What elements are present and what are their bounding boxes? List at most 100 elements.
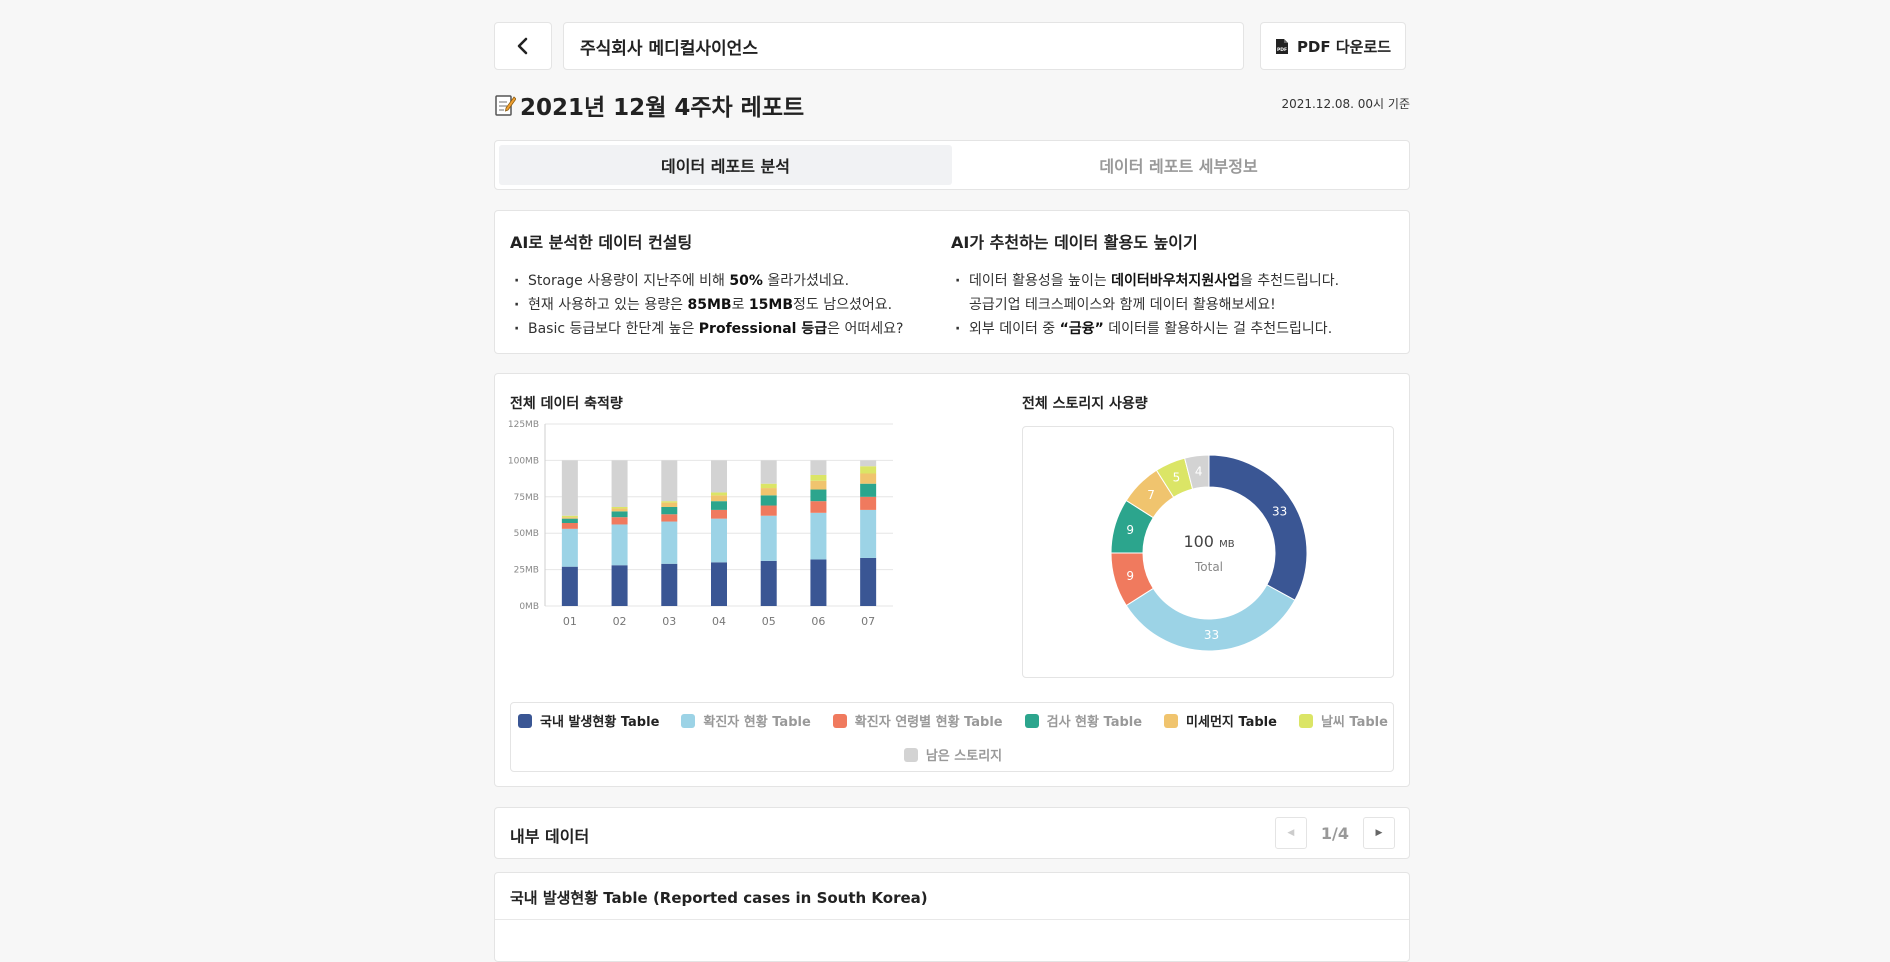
legend-label: 확진자 현황 Table <box>703 715 811 730</box>
legend-row: 남은 스토리지 <box>511 745 1395 764</box>
legend-swatch <box>1024 713 1039 728</box>
bar-segment <box>561 515 578 518</box>
x-tick-label: 05 <box>762 615 776 628</box>
donut-slice-label: 5 <box>1173 471 1181 485</box>
bar-segment <box>810 489 827 502</box>
consulting-card: AI로 분석한 데이터 컨설팅 Storage 사용량이 지난주에 비해 50%… <box>494 210 1410 354</box>
bar-segment <box>561 460 578 516</box>
page-indicator: 1/4 <box>1320 823 1349 843</box>
donut-chart: 33 33 9 9 7 5 4 100 MB Total <box>1110 454 1308 652</box>
y-tick-label: 75MB <box>514 493 539 503</box>
tab-report-analysis[interactable]: 데이터 레포트 분석 <box>499 145 952 185</box>
legend-item[interactable]: 미세먼지 Table <box>1164 711 1277 730</box>
pdf-file-icon: PDF <box>1275 38 1288 54</box>
donut-slice-label: 9 <box>1126 569 1134 583</box>
donut-slice-label: 4 <box>1195 465 1203 479</box>
bar-segment <box>860 473 877 484</box>
tab-report-details[interactable]: 데이터 레포트 세부정보 <box>952 145 1405 185</box>
legend-item[interactable]: 날씨 Table <box>1298 711 1388 730</box>
legend-item[interactable]: 남은 스토리지 <box>903 745 1002 764</box>
donut-slice <box>1208 454 1308 601</box>
y-tick-label: 25MB <box>514 566 539 576</box>
x-tick-label: 04 <box>712 615 726 628</box>
bar-segment <box>561 523 578 529</box>
top-bar: 주식회사 메디컬사이언스 PDF PDF 다운로드 <box>494 22 1410 70</box>
legend-row: 국내 발생현황 Table 확진자 현황 Table 확진자 연령별 현황 Tabl… <box>511 711 1395 730</box>
bar-segment <box>860 460 877 467</box>
bar-segment <box>760 483 777 489</box>
pdf-download-button[interactable]: PDF PDF 다운로드 <box>1260 22 1406 70</box>
bar-segment <box>760 515 777 561</box>
prev-page-button[interactable]: ◀ <box>1274 817 1307 849</box>
bar-segment <box>661 460 678 502</box>
legend-item[interactable]: 확진자 연령별 현황 Table <box>832 711 1003 730</box>
legend-swatch <box>832 713 847 728</box>
y-tick-label: 100MB <box>508 456 539 466</box>
bar-segment <box>810 474 827 481</box>
y-tick-label: 50MB <box>514 529 539 539</box>
donut-center-value: 100 MB <box>1183 532 1234 551</box>
bar-segment <box>810 559 827 606</box>
base-date: 2021.12.08. 00시 기준 <box>1281 97 1410 111</box>
bar-segment <box>711 460 727 493</box>
bar-segment <box>860 557 877 606</box>
chevron-left-icon <box>517 37 528 55</box>
pagination: ◀ 1/4 ▶ <box>1274 817 1395 849</box>
legend-label: 미세먼지 Table <box>1186 715 1277 730</box>
legend-label: 날씨 Table <box>1320 715 1388 730</box>
company-name-field[interactable]: 주식회사 메디컬사이언스 <box>563 22 1244 70</box>
bar-segment <box>810 460 827 475</box>
x-tick-label: 06 <box>811 615 825 628</box>
consulting-item: Basic 등급보다 한단계 높은 Professional 등급은 어떠세요? <box>510 317 940 341</box>
internal-data-header: 내부 데이터 ◀ 1/4 ▶ <box>494 807 1410 859</box>
page-title: 2021년 12월 4주차 레포트 <box>494 88 804 122</box>
recommend-item: 데이터 활용성을 높이는 데이터바우처지원사업을 추천드립니다. <box>951 269 1401 293</box>
bar-segment <box>711 495 727 502</box>
bar-segment <box>711 501 727 510</box>
legend-item[interactable]: 국내 발생현황 Table <box>518 711 659 730</box>
bar-segment <box>711 518 727 563</box>
consulting-right-title: AI가 추천하는 데이터 활용도 높이기 <box>951 233 1198 252</box>
table-card: 국내 발생현황 Table (Reported cases in South K… <box>494 872 1410 962</box>
bar-segment <box>611 508 628 512</box>
legend-item[interactable]: 확진자 현황 Table <box>681 711 811 730</box>
table-divider <box>495 919 1409 920</box>
donut-chart-box: 33 33 9 9 7 5 4 100 MB Total <box>1022 426 1394 678</box>
chart-legend: 국내 발생현황 Table 확진자 현황 Table 확진자 연령별 현황 Tabl… <box>510 702 1394 772</box>
bar-segment <box>561 517 578 519</box>
legend-swatch <box>681 713 696 728</box>
bar-segment <box>561 518 578 524</box>
title-row: 2021년 12월 4주차 레포트 2021.12.08. 00시 기준 <box>494 88 1410 121</box>
y-tick-label: 125MB <box>508 420 539 430</box>
bar-segment <box>760 495 777 506</box>
donut-slice-label: 9 <box>1126 523 1134 537</box>
bar-segment <box>711 509 727 519</box>
legend-swatch <box>1164 713 1179 728</box>
charts-card: 전체 데이터 축적량 전체 스토리지 사용량 0MB 25MB 50MB 75MB 10… <box>494 373 1410 787</box>
legend-item[interactable]: 검사 현황 Table <box>1024 711 1143 730</box>
bar-segment <box>760 505 777 516</box>
bar-segment <box>810 501 827 513</box>
recommend-item-continued: 공급기업 테크스페이스와 함께 데이터 활용해보세요! <box>969 297 1276 313</box>
bar-segment <box>661 501 678 503</box>
consulting-right: AI가 추천하는 데이터 활용도 높이기 데이터 활용성을 높이는 데이터바우처… <box>951 229 1401 341</box>
bar-segment <box>661 563 678 606</box>
donut-chart-title: 전체 스토리지 사용량 <box>1022 396 1148 412</box>
bar-segment <box>711 492 727 496</box>
bar-segment <box>611 460 628 507</box>
bar-segment <box>760 460 777 484</box>
donut-slice-label: 7 <box>1147 488 1155 502</box>
next-page-button[interactable]: ▶ <box>1363 817 1395 849</box>
report-tabs: 데이터 레포트 분석 데이터 레포트 세부정보 <box>494 140 1410 190</box>
back-button[interactable] <box>494 22 552 70</box>
legend-label: 검사 현황 Table <box>1046 715 1143 730</box>
stacked-bar-chart: 0MB 25MB 50MB 75MB 100MB 125MB 01 02 03 04 05 06 07 <box>508 420 893 628</box>
consulting-item: 현재 사용하고 있는 용량은 85MB로 15MB정도 남으셨어요. <box>510 293 940 317</box>
consulting-left-title: AI로 분석한 데이터 컨설팅 <box>510 233 693 252</box>
caret-right-icon: ▶ <box>1375 828 1383 838</box>
bar-segment <box>561 566 578 606</box>
bar-segment <box>611 506 628 509</box>
svg-text:PDF: PDF <box>1277 47 1287 53</box>
consulting-item: Storage 사용량이 지난주에 비해 50% 올라가셨네요. <box>510 269 940 293</box>
bar-segment <box>760 560 777 606</box>
